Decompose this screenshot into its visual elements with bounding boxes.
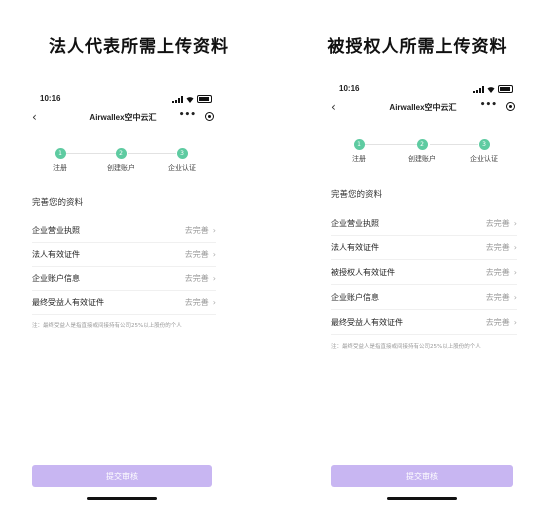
chevron-right-icon: › — [212, 273, 216, 283]
battery-icon — [498, 85, 513, 93]
progress-steps: 1 注册 2 创建账户 3 企业认证 — [28, 148, 218, 178]
step-dot: 1 — [353, 139, 365, 150]
list-item-legal-rep-id[interactable]: 法人有效证件 去完善 › — [32, 242, 216, 267]
step-dot: 3 — [478, 139, 490, 150]
panel-legal-representative: 法人代表所需上传资料 10:16 ‹ Airwallex空中云汇 ••• 1 注… — [0, 0, 278, 529]
list-item-legal-rep-id[interactable]: 法人有效证件 去完善 › — [331, 235, 517, 260]
section-title: 完善您的资料 — [32, 198, 84, 208]
home-indicator — [387, 497, 457, 500]
more-dots-icon[interactable]: ••• — [480, 100, 497, 110]
step-dot: 1 — [54, 148, 66, 159]
chevron-right-icon: › — [212, 225, 216, 235]
chevron-right-icon: › — [513, 267, 517, 277]
signal-icon — [473, 85, 484, 93]
wifi-icon — [186, 96, 194, 103]
panel-heading: 被授权人所需上传资料 — [327, 37, 508, 57]
nav-bar: ‹ Airwallex空中云汇 ••• — [327, 100, 519, 114]
step-create-account: 2 创建账户 — [107, 148, 135, 172]
more-dots-icon[interactable]: ••• — [179, 110, 196, 120]
list-item-account-info[interactable]: 企业账户信息 去完善 › — [331, 285, 517, 310]
status-bar: 10:16 — [327, 84, 519, 96]
list-item-business-license[interactable]: 企业营业执照 去完善 › — [32, 218, 216, 243]
footnote: 注：最终受益人是指直接或间接持有公司25%以上股份的个人 — [32, 323, 182, 329]
section-title: 完善您的资料 — [331, 190, 383, 200]
step-dot: 2 — [115, 148, 127, 159]
phone-screen: 10:16 ‹ Airwallex空中云汇 ••• 1 注册 2 创建账户 3 … — [28, 88, 218, 508]
status-time: 10:16 — [339, 84, 360, 93]
step-dot: 3 — [176, 148, 188, 159]
panel-heading: 法人代表所需上传资料 — [49, 37, 229, 57]
miniprogram-close-icon[interactable] — [506, 102, 515, 111]
status-bar: 10:16 — [28, 94, 218, 106]
step-enterprise-verification: 3 企业认证 — [168, 148, 196, 172]
step-enterprise-verification: 3 企业认证 — [470, 139, 498, 163]
list-item-business-license[interactable]: 企业营业执照 去完善 › — [331, 211, 517, 236]
signal-icon — [172, 95, 183, 103]
nav-bar: ‹ Airwallex空中云汇 ••• — [28, 110, 218, 124]
panel-authorized-person: 被授权人所需上传资料 10:16 ‹ Airwallex空中云汇 ••• 1 注… — [278, 0, 557, 529]
step-dot: 2 — [416, 139, 428, 150]
step-register: 1 注册 — [53, 148, 67, 172]
list-item-beneficiary-id[interactable]: 最终受益人有效证件 去完善 › — [331, 310, 517, 335]
list-item-authorized-person-id[interactable]: 被授权人有效证件 去完善 › — [331, 260, 517, 285]
battery-icon — [197, 95, 212, 103]
submit-button[interactable]: 提交审核 — [331, 465, 513, 487]
step-create-account: 2 创建账户 — [408, 139, 436, 163]
chevron-right-icon: › — [513, 218, 517, 228]
chevron-right-icon: › — [513, 242, 517, 252]
footnote: 注：最终受益人是指直接或间接持有公司25%以上股份的个人 — [331, 344, 481, 350]
chevron-right-icon: › — [513, 292, 517, 302]
submit-button[interactable]: 提交审核 — [32, 465, 212, 487]
chevron-right-icon: › — [513, 317, 517, 327]
list-item-beneficiary-id[interactable]: 最终受益人有效证件 去完善 › — [32, 290, 216, 315]
home-indicator — [87, 497, 157, 500]
progress-steps: 1 注册 2 创建账户 3 企业认证 — [327, 139, 519, 169]
chevron-right-icon: › — [212, 249, 216, 259]
list-item-account-info[interactable]: 企业账户信息 去完善 › — [32, 266, 216, 291]
chevron-right-icon: › — [212, 297, 216, 307]
wifi-icon — [487, 86, 495, 93]
phone-screen: 10:16 ‹ Airwallex空中云汇 ••• 1 注册 2 创建账户 3 … — [327, 78, 519, 509]
step-register: 1 注册 — [352, 139, 366, 163]
miniprogram-close-icon[interactable] — [205, 112, 214, 121]
status-time: 10:16 — [40, 94, 61, 103]
